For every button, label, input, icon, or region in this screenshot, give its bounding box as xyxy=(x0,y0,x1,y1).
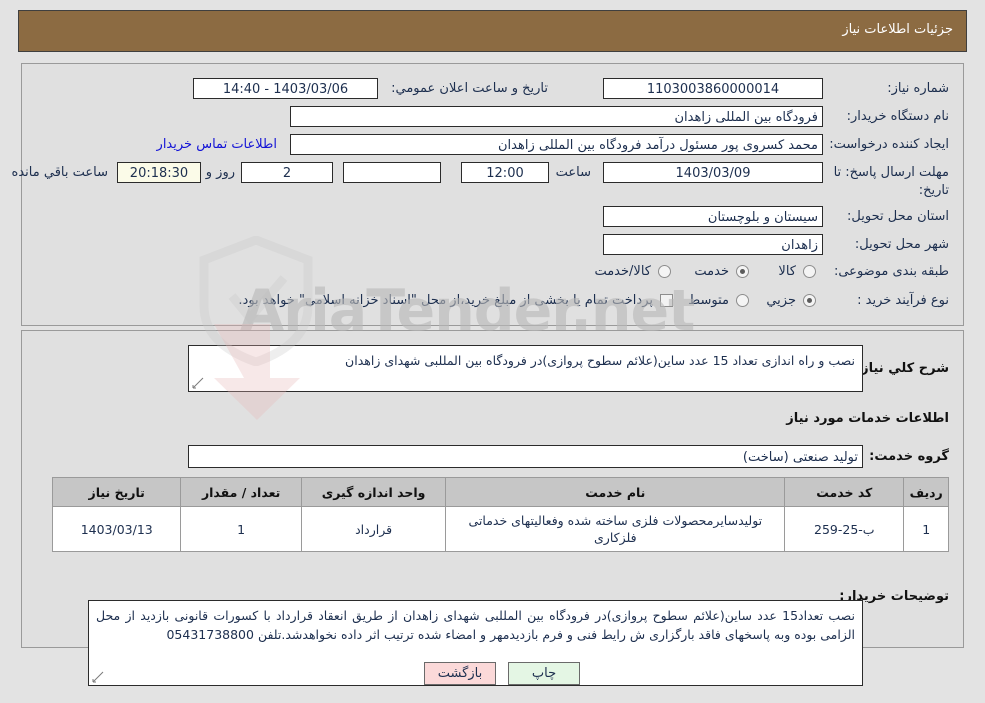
category-radio-label-0[interactable]: کالا xyxy=(778,264,796,279)
requester-label: ایجاد کننده درخواست: xyxy=(829,137,949,152)
deadline-date-value: 1403/03/09 xyxy=(603,162,823,183)
back-button[interactable]: بازگشت xyxy=(424,662,496,685)
requester-value: محمد کسروی پور مسئول درآمد فرودگاه بین ا… xyxy=(290,134,823,155)
days-value: 2 xyxy=(241,162,333,183)
service-group-value: تولید صنعتی (ساخت) xyxy=(188,445,863,468)
page-header: جزئیات اطلاعات نیاز xyxy=(18,10,967,52)
col-service-name: نام خدمت xyxy=(445,477,786,507)
radio-indicator[interactable] xyxy=(736,265,749,278)
general-desc-value: نصب و راه اندازی تعداد 15 عدد ساین(علائم… xyxy=(345,353,855,368)
table-row: 1 ب-25-259 تولیدسایرمحصولات فلزی ساخته ش… xyxy=(51,506,949,552)
col-row-no: ردیف xyxy=(903,477,949,507)
page-title: جزئیات اطلاعات نیاز xyxy=(842,22,953,37)
deadline-time-value: 12:00 xyxy=(461,162,549,183)
process-radio-label-0[interactable]: جزیي xyxy=(766,293,796,308)
service-group-label: گروه خدمت: xyxy=(869,449,949,464)
days-label: روز و xyxy=(205,165,235,180)
treasury-checkbox-label[interactable]: پرداخت تمام یا بخشی از مبلغ خرید،از محل … xyxy=(238,293,653,308)
table-header-row: ردیف کد خدمت نام خدمت واحد اندازه گیری ت… xyxy=(51,477,949,507)
col-need-date: تاریخ نیاز xyxy=(51,477,182,507)
category-radio-1[interactable] xyxy=(736,263,749,282)
radio-indicator[interactable] xyxy=(736,294,749,307)
process-radio-0[interactable] xyxy=(803,292,816,311)
services-table: ردیف کد خدمت نام خدمت واحد اندازه گیری ت… xyxy=(51,477,949,552)
cell-need-date: 1403/03/13 xyxy=(51,506,182,552)
empty-box xyxy=(343,162,441,183)
city-label: شهر محل تحویل: xyxy=(854,237,949,252)
category-label: طبقه بندی موضوعی: xyxy=(833,264,949,279)
city-value: زاهدان xyxy=(603,234,823,255)
radio-indicator[interactable] xyxy=(658,265,671,278)
general-desc-label: شرح کلي نیاز: xyxy=(855,361,949,376)
treasury-checkbox[interactable] xyxy=(660,292,673,311)
services-info-heading: اطلاعات خدمات مورد نیاز xyxy=(786,411,949,426)
countdown-value: 20:18:30 xyxy=(117,162,201,183)
need-number-value: 1103003860000014 xyxy=(603,78,823,99)
radio-indicator[interactable] xyxy=(803,265,816,278)
public-announce-label: تاریخ و ساعت اعلان عمومي: xyxy=(391,81,548,96)
col-unit: واحد اندازه گیری xyxy=(300,477,447,507)
deadline-label-line1: مهلت ارسال پاسخ: تا xyxy=(833,165,949,180)
deadline-label-line2: تاریخ: xyxy=(918,183,949,198)
category-radio-label-1[interactable]: خدمت xyxy=(694,264,729,279)
buyer-org-label: نام دستگاه خریدار: xyxy=(846,109,949,124)
process-radio-1[interactable] xyxy=(736,292,749,311)
page-root: AriaTender.net جزئیات اطلاعات نیاز شماره… xyxy=(0,0,985,703)
category-radio-label-2[interactable]: کالا/خدمت xyxy=(594,264,651,279)
checkbox-indicator[interactable] xyxy=(660,294,673,307)
cell-quantity: 1 xyxy=(180,506,302,552)
general-desc-textarea[interactable]: نصب و راه اندازی تعداد 15 عدد ساین(علائم… xyxy=(188,345,863,392)
cell-service-name: تولیدسایرمحصولات فلزی ساخته شده وفعالیته… xyxy=(445,506,786,552)
print-button[interactable]: چاپ xyxy=(508,662,580,685)
need-number-label: شماره نیاز: xyxy=(887,81,949,96)
buyer-org-value: فرودگاه بین المللی زاهدان xyxy=(290,106,823,127)
hour-label: ساعت xyxy=(555,165,591,180)
province-label: استان محل تحویل: xyxy=(847,209,949,224)
resize-grip-icon[interactable] xyxy=(192,377,204,389)
cell-row-no: 1 xyxy=(903,506,949,552)
process-radio-label-1[interactable]: متوسط xyxy=(688,293,729,308)
cell-unit: قرارداد xyxy=(300,506,447,552)
radio-indicator[interactable] xyxy=(803,294,816,307)
category-radio-0[interactable] xyxy=(803,263,816,282)
cell-service-code: ب-25-259 xyxy=(784,506,905,552)
process-label: نوع فرآیند خرید : xyxy=(857,293,949,308)
buyer-contact-link[interactable]: اطلاعات تماس خریدار xyxy=(157,137,277,152)
col-service-code: کد خدمت xyxy=(784,477,905,507)
need-info-panel: شماره نیاز: 1103003860000014 تاریخ و ساع… xyxy=(12,63,964,326)
need-details-panel: شرح کلي نیاز: نصب و راه اندازی تعداد 15 … xyxy=(21,330,964,686)
col-quantity: تعداد / مقدار xyxy=(180,477,302,507)
category-radio-2[interactable] xyxy=(658,263,671,282)
public-announce-value: 1403/03/06 - 14:40 xyxy=(193,78,378,99)
resize-grip-icon[interactable] xyxy=(92,671,104,683)
buyer-notes-value: نصب تعداد15 عدد ساین(علائم سطوح پروازی)د… xyxy=(96,608,855,642)
countdown-label: ساعت باقي مانده xyxy=(11,165,108,180)
province-value: سیستان و بلوچستان xyxy=(603,206,823,227)
